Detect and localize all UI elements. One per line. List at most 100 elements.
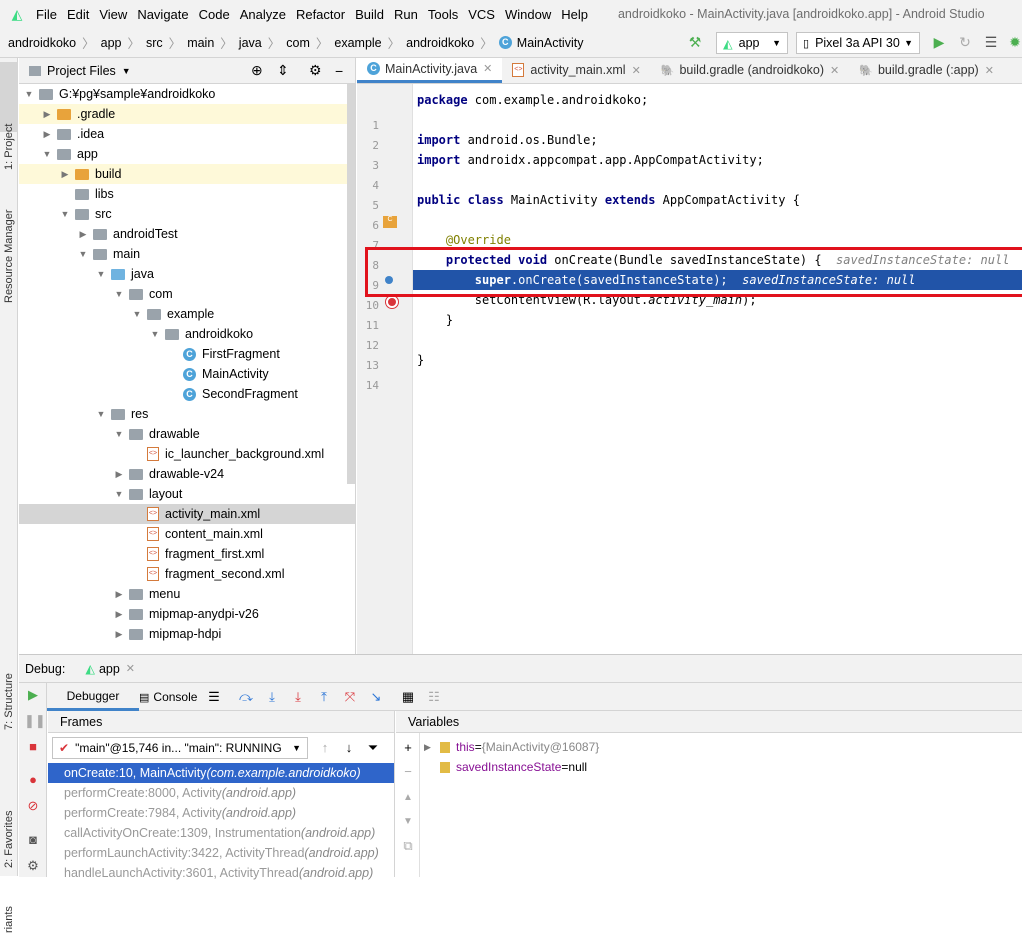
expanded-icon[interactable]: ▼ xyxy=(59,209,71,219)
step-out-icon[interactable]: ⤒ xyxy=(315,688,333,706)
drop-frame-icon[interactable]: ⤧ xyxy=(341,688,359,706)
tree-item[interactable]: ▼ androidkoko xyxy=(19,324,355,344)
menu-item-help[interactable]: Help xyxy=(561,7,588,22)
breadcrumb-item[interactable]: app xyxy=(101,36,122,50)
tree-item[interactable]: ▶ drawable-v24 xyxy=(19,464,355,484)
step-into-icon[interactable]: ⤓ xyxy=(263,688,281,706)
chevron-down-icon[interactable]: ▼ xyxy=(122,66,131,76)
tree-item[interactable]: ▼ src xyxy=(19,204,355,224)
variable-row[interactable]: ▶ this = {MainActivity@16087} xyxy=(424,737,599,757)
tree-item[interactable]: libs xyxy=(19,184,355,204)
code-line[interactable]: import androidx.appcompat.app.AppCompatA… xyxy=(417,150,764,170)
project-view-title[interactable]: Project Files xyxy=(47,64,116,78)
collapsed-icon[interactable]: ▶ xyxy=(113,629,125,640)
collapse-all-icon[interactable]: ⇕ xyxy=(277,62,289,79)
build-variants-tool-label[interactable]: riants xyxy=(3,906,15,933)
menu-icon[interactable]: ☰ xyxy=(205,688,223,706)
breadcrumb-item[interactable]: example xyxy=(334,36,381,50)
tree-item[interactable]: <> fragment_first.xml xyxy=(19,544,355,564)
collapsed-icon[interactable]: ▶ xyxy=(77,229,89,240)
editor-tab[interactable]: C MainActivity.java ✕ xyxy=(357,58,503,83)
collapsed-icon[interactable]: ▶ xyxy=(41,109,53,120)
menu-item-tools[interactable]: Tools xyxy=(428,7,458,22)
debug-icon[interactable]: ✹ xyxy=(1006,33,1022,51)
expanded-icon[interactable]: ▼ xyxy=(41,149,53,159)
breakpoint-icon[interactable] xyxy=(386,296,398,308)
tree-item[interactable]: ▶ .idea xyxy=(19,124,355,144)
breadcrumb-item[interactable]: com xyxy=(286,36,310,50)
breadcrumb-item[interactable]: androidkoko xyxy=(406,36,474,50)
variable-row[interactable]: savedInstanceState = null xyxy=(424,757,599,777)
run-icon[interactable]: ▶ xyxy=(930,33,948,51)
resource-manager-tool-label[interactable]: Resource Manager xyxy=(3,209,15,303)
tree-item[interactable]: C MainActivity xyxy=(19,364,355,384)
copy-icon[interactable]: ⧉ xyxy=(399,837,417,855)
stack-frame[interactable]: callActivityOnCreate:1309, Instrumentati… xyxy=(48,823,394,843)
resume-icon[interactable]: ▶ xyxy=(24,686,42,704)
tree-item[interactable]: ▶ androidTest xyxy=(19,224,355,244)
step-over-icon[interactable]: ⤼ xyxy=(237,688,255,706)
tab-debugger[interactable]: Debugger xyxy=(47,683,139,711)
sync-icon[interactable]: ☰ xyxy=(982,33,1000,51)
tree-item[interactable]: ▼ example xyxy=(19,304,355,324)
tree-item[interactable]: <> content_main.xml xyxy=(19,524,355,544)
close-icon[interactable]: ✕ xyxy=(985,64,994,77)
breadcrumb-item[interactable]: main xyxy=(187,36,214,50)
breadcrumb-item[interactable]: src xyxy=(146,36,163,50)
tree-item[interactable]: ▶ mipmap-anydpi-v26 xyxy=(19,604,355,624)
expanded-icon[interactable]: ▼ xyxy=(23,89,35,99)
expanded-icon[interactable]: ▼ xyxy=(95,269,107,279)
tree-item[interactable]: ▼ layout xyxy=(19,484,355,504)
stop-icon[interactable]: ■ xyxy=(24,738,42,756)
tree-item[interactable]: ▼ app xyxy=(19,144,355,164)
menu-item-view[interactable]: View xyxy=(99,7,127,22)
menu-item-edit[interactable]: Edit xyxy=(67,7,89,22)
tree-item[interactable]: <> activity_main.xml xyxy=(19,504,355,524)
run-class-icon[interactable]: C xyxy=(383,216,397,228)
collapsed-icon[interactable]: ▶ xyxy=(113,469,125,480)
tree-item[interactable]: ▼ res xyxy=(19,404,355,424)
tree-item[interactable]: ▼ main xyxy=(19,244,355,264)
tree-item[interactable]: ▼ G:¥pg¥sample¥androidkoko xyxy=(19,84,355,104)
tree-item[interactable]: ▼ drawable xyxy=(19,424,355,444)
expanded-icon[interactable]: ▼ xyxy=(95,409,107,419)
stack-frame[interactable]: onCreate:10, MainActivity (com.example.a… xyxy=(48,763,394,783)
close-icon[interactable]: ✕ xyxy=(830,64,839,77)
expanded-icon[interactable]: ▼ xyxy=(113,489,125,499)
expanded-icon[interactable]: ▼ xyxy=(131,309,143,319)
stack-frame[interactable]: performCreate:8000, Activity (android.ap… xyxy=(48,783,394,803)
arrow-down-icon[interactable]: ↓ xyxy=(340,739,358,757)
force-step-into-icon[interactable]: ⤓ xyxy=(289,688,307,706)
expanded-icon[interactable]: ▼ xyxy=(77,249,89,259)
filter-icon[interactable]: ⏷ xyxy=(364,739,382,757)
tree-item[interactable]: ▼ com xyxy=(19,284,355,304)
editor-tab[interactable]: <> activity_main.xml ✕ xyxy=(502,58,650,83)
tree-item[interactable]: ▶ build xyxy=(19,164,355,184)
scrollbar[interactable] xyxy=(347,84,355,484)
debug-session-tab[interactable]: app xyxy=(99,662,120,676)
structure-tool-label[interactable]: 7: Structure xyxy=(3,673,15,730)
tree-item[interactable]: ▶ mipmap-hdpi xyxy=(19,624,355,644)
tree-item[interactable]: <> fragment_second.xml xyxy=(19,564,355,584)
move-up-icon[interactable]: ▲ xyxy=(399,789,417,807)
arrow-up-icon[interactable]: ↑ xyxy=(316,739,334,757)
tree-item[interactable]: C FirstFragment xyxy=(19,344,355,364)
gear-icon[interactable]: ⚙ xyxy=(24,857,42,875)
collapsed-icon[interactable]: ▶ xyxy=(41,129,53,140)
locate-icon[interactable]: ⊕ xyxy=(251,62,263,79)
thread-select[interactable]: ✔ "main"@15,746 in... "main": RUNNING ▼ xyxy=(52,737,308,759)
stack-frame[interactable]: performCreate:7984, Activity (android.ap… xyxy=(48,803,394,823)
tree-item[interactable]: ▶ menu xyxy=(19,584,355,604)
menu-item-navigate[interactable]: Navigate xyxy=(137,7,188,22)
close-icon[interactable]: ✕ xyxy=(483,62,492,75)
menu-item-analyze[interactable]: Analyze xyxy=(240,7,286,22)
minimize-icon[interactable]: − xyxy=(335,63,343,79)
menu-item-run[interactable]: Run xyxy=(394,7,418,22)
code-line[interactable]: } xyxy=(417,350,424,370)
breadcrumb-item[interactable]: java xyxy=(239,36,262,50)
favorites-tool-label[interactable]: 2: Favorites xyxy=(3,811,15,868)
trace-icon[interactable]: ☷ xyxy=(425,688,443,706)
move-down-icon[interactable]: ▼ xyxy=(399,813,417,831)
view-breakpoints-icon[interactable]: ● xyxy=(24,771,42,789)
tree-item[interactable]: ▶ .gradle xyxy=(19,104,355,124)
